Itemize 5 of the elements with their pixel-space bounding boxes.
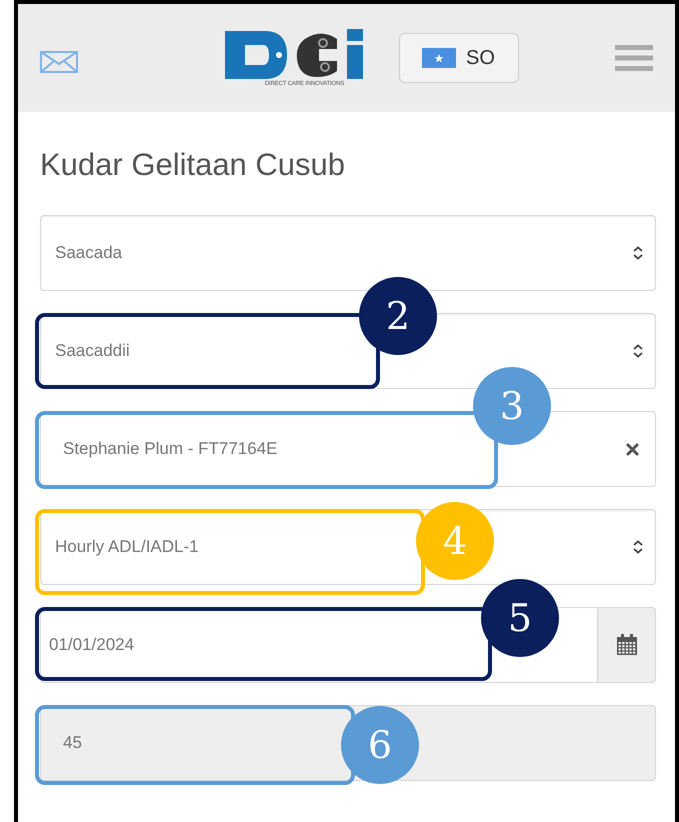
select-placeholder: Saacaddii <box>55 340 130 362</box>
select-value: Stephanie Plum - FT77164E <box>63 438 278 460</box>
select-placeholder: Saacada <box>55 242 122 264</box>
page-title: Kudar Gelitaan Cusub <box>40 146 346 184</box>
select-value: Hourly ADL/IADL-1 <box>55 536 199 558</box>
